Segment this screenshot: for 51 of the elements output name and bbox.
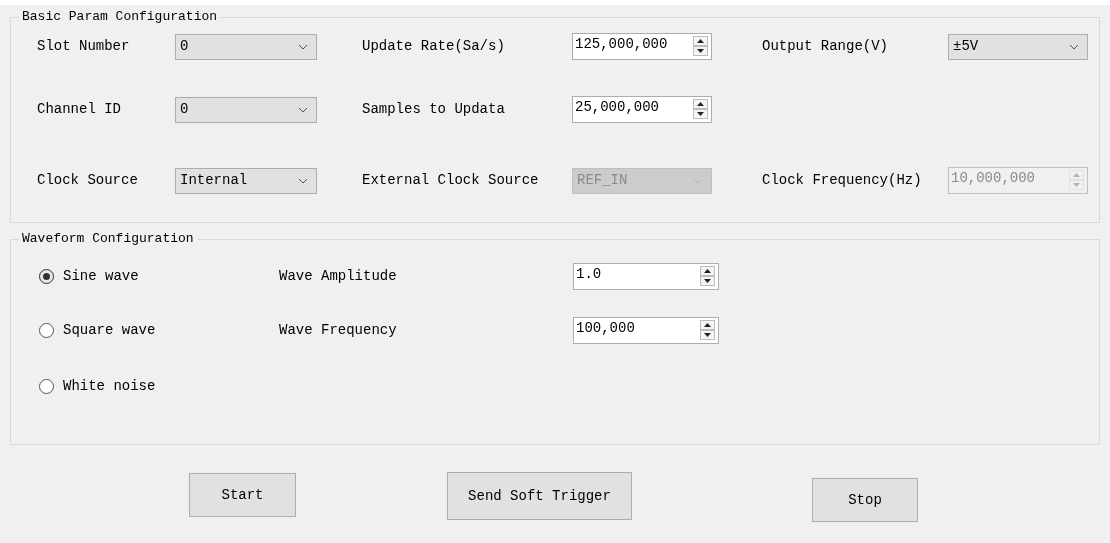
action-button[interactable]: Stop <box>812 478 918 522</box>
radio-button[interactable] <box>39 323 54 338</box>
action-button[interactable]: Start <box>189 473 296 517</box>
spin-down-button[interactable] <box>693 109 708 119</box>
down-arrow-icon <box>704 279 711 283</box>
field-label: Channel ID <box>37 100 122 119</box>
spin-up-button[interactable] <box>693 36 708 46</box>
field-label: Clock Source <box>37 171 139 190</box>
field-label: Wave Amplitude <box>279 267 398 286</box>
group-title: Waveform Configuration <box>21 232 195 246</box>
radio-label[interactable]: Square wave <box>63 320 156 341</box>
spin-down-button[interactable] <box>693 46 708 56</box>
spin-down-button[interactable] <box>700 330 715 340</box>
dropdown[interactable]: ±5V <box>948 33 1088 60</box>
action-button[interactable]: Send Soft Trigger <box>447 472 632 520</box>
field-label: Output Range(V) <box>762 37 890 56</box>
spin-up-button[interactable] <box>693 99 708 109</box>
dropdown[interactable]: Internal <box>175 167 317 194</box>
spin-box[interactable]: 1.0 <box>573 263 719 290</box>
up-arrow-icon <box>697 102 704 106</box>
up-arrow-icon <box>704 323 711 327</box>
up-arrow-icon <box>1073 173 1080 177</box>
up-arrow-icon <box>697 39 704 43</box>
dropdown[interactable]: 0 <box>175 96 317 123</box>
down-arrow-icon <box>1073 183 1080 187</box>
up-arrow-icon <box>704 269 711 273</box>
chevron-down-icon <box>298 177 308 184</box>
field-label: Wave Frequency <box>279 321 398 340</box>
chevron-down-icon <box>298 106 308 113</box>
group-title: Basic Param Configuration <box>21 10 219 24</box>
field-label: Update Rate(Sa/s) <box>362 37 506 56</box>
down-arrow-icon <box>697 49 704 53</box>
spin-box[interactable]: 25,000,000 <box>572 96 712 123</box>
spin-down-button[interactable] <box>700 276 715 286</box>
field-label: Clock Frequency(Hz) <box>762 171 923 190</box>
down-arrow-icon <box>697 112 704 116</box>
spin-up-button[interactable] <box>700 266 715 276</box>
spin-box[interactable]: 125,000,000 <box>572 33 712 60</box>
radio-button[interactable] <box>39 269 54 284</box>
field-label: Slot Number <box>37 37 131 56</box>
field-label: Samples to Updata <box>362 100 506 119</box>
field-label: External Clock Source <box>362 171 540 190</box>
chevron-down-icon <box>298 43 308 50</box>
radio-label[interactable]: Sine wave <box>63 266 139 287</box>
spin-up-button[interactable] <box>700 320 715 330</box>
down-arrow-icon <box>704 333 711 337</box>
radio-button[interactable] <box>39 379 54 394</box>
dropdown[interactable]: 0 <box>175 33 317 60</box>
radio-label[interactable]: White noise <box>63 376 156 397</box>
chevron-down-icon <box>1069 43 1079 50</box>
spin-box[interactable]: 100,000 <box>573 317 719 344</box>
